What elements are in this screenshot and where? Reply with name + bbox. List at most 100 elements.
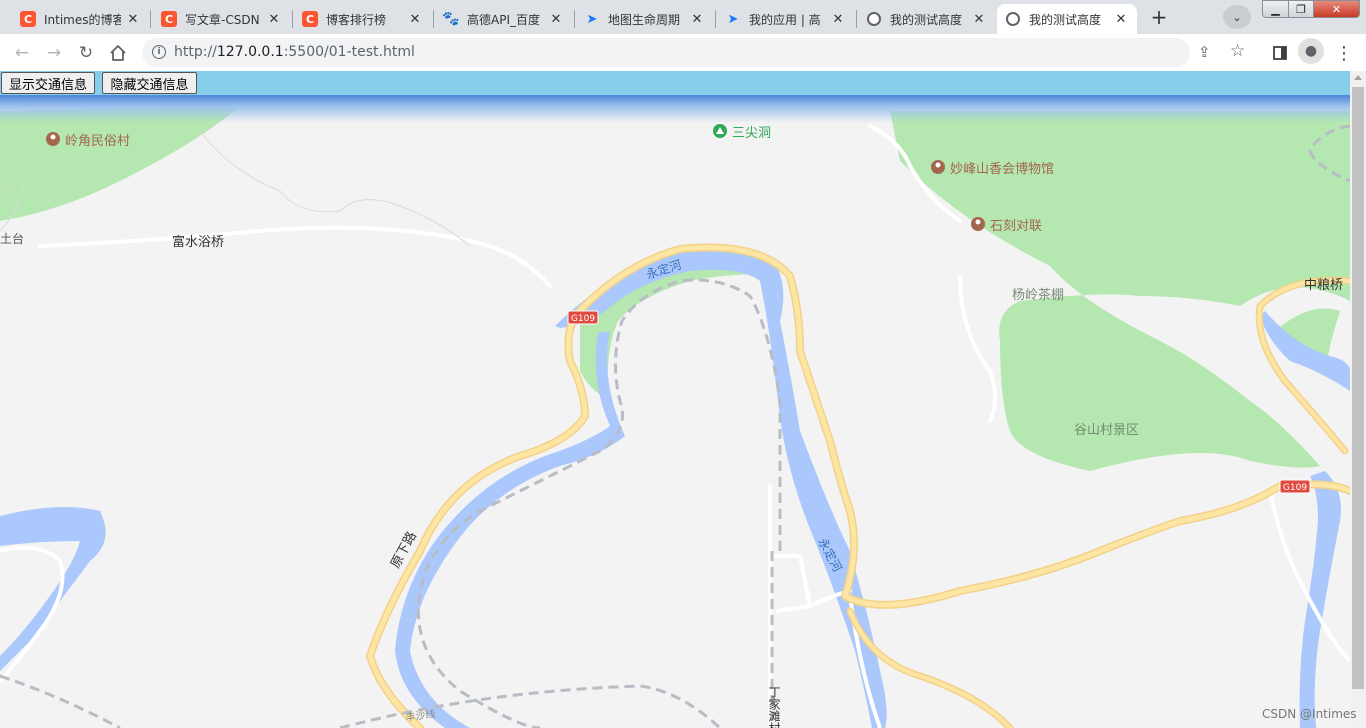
person-icon: ● (1304, 43, 1318, 59)
page-viewport: 岭角民俗村 三尖洞 妙峰山香会博物馆 石刻对联 杨岭茶棚 中粮桥 富水浴桥 土台… (0, 71, 1366, 728)
road-shield-g109: G109 (567, 310, 599, 325)
poi-label: 岭角民俗村 (65, 134, 130, 149)
tab-title: 写文章-CSDN (185, 12, 260, 27)
tab-title: 博客排行榜 (326, 12, 387, 27)
tab-my-test-height-active[interactable]: 我的测试高度 ✕ (997, 4, 1137, 34)
amap-arrow-icon: ➤ (727, 11, 739, 27)
globe-icon (1005, 11, 1021, 27)
menu-button[interactable]: ⋮ (1330, 39, 1358, 67)
road-shield-text: G109 (1283, 483, 1307, 493)
hide-traffic-button[interactable]: 隐藏交通信息 (102, 72, 197, 94)
tab-separator (574, 10, 575, 28)
csdn-icon: C (161, 11, 177, 27)
place-label: 谷山村景区 (1074, 423, 1139, 438)
tab-title: 我的测试高度 (890, 12, 963, 27)
tab-separator (856, 10, 857, 28)
tab-write-article[interactable]: C 写文章-CSDN ✕ (153, 4, 290, 34)
home-icon (110, 45, 126, 61)
close-icon: ✕ (1331, 2, 1342, 16)
tab-my-apps[interactable]: ➤ 我的应用 | 高 ✕ (717, 4, 854, 34)
profile-avatar[interactable]: ● (1298, 38, 1324, 64)
info-icon[interactable]: i (152, 45, 166, 59)
back-button[interactable]: ← (8, 39, 36, 67)
close-icon[interactable]: ✕ (548, 11, 564, 27)
baidu-paw-icon: 🐾 (442, 11, 460, 27)
close-icon[interactable]: ✕ (971, 11, 987, 27)
home-button[interactable] (104, 39, 132, 67)
place-label: 中粮桥 (1304, 278, 1343, 293)
globe-icon (866, 11, 882, 27)
place-label: 富水浴桥 (172, 234, 224, 250)
csdn-icon: C (20, 11, 36, 27)
scroll-up-arrow-icon[interactable] (1354, 75, 1362, 80)
reload-icon: ↻ (78, 43, 94, 63)
url-host: 127.0.0.1 (216, 44, 284, 60)
url-text[interactable]: http://127.0.0.1:5500/01-test.html (174, 44, 415, 60)
tab-intimes-blog[interactable]: C Intimes的博客 ✕ (12, 4, 149, 34)
scrollbar-thumb[interactable] (1352, 87, 1364, 689)
amap-arrow-icon: ➤ (586, 11, 598, 27)
place-label: 土台 (0, 231, 24, 246)
maximize-button[interactable]: ❐ (1288, 0, 1314, 18)
button-bar-shadow (0, 95, 1350, 123)
close-icon[interactable]: ✕ (689, 11, 705, 27)
tab-title: 地图生命周期 (608, 12, 681, 27)
reload-button[interactable]: ↻ (72, 39, 100, 67)
place-label: 杨岭茶棚 (1012, 287, 1064, 303)
arrow-right-icon: → (46, 43, 62, 63)
road-shield-g109: G109 (1279, 479, 1311, 494)
tab-title: 我的测试高度 (1029, 12, 1102, 27)
tab-strip: C Intimes的博客 ✕ C 写文章-CSDN ✕ C 博客排行榜 ✕ 🐾 … (0, 0, 1366, 34)
poi-pin-dot (50, 134, 56, 140)
more-vert-icon: ⋮ (1335, 42, 1353, 64)
arrow-left-icon: ← (14, 43, 30, 63)
browser-toolbar: ← → ↻ i http://127.0.0.1:5500/01-test.ht… (0, 34, 1366, 71)
tab-search-button[interactable]: ⌄ (1223, 5, 1251, 29)
tab-gaode-api[interactable]: 🐾 高德API_百度 ✕ (435, 4, 572, 34)
map-canvas[interactable]: 岭角民俗村 三尖洞 妙峰山香会博物馆 石刻对联 杨岭茶棚 中粮桥 富水浴桥 土台… (0, 71, 1350, 728)
tab-map-lifecycle[interactable]: ➤ 地图生命周期 ✕ (576, 4, 713, 34)
restore-icon: ❐ (1296, 2, 1306, 16)
place-label: 丁家滩村 (767, 686, 781, 728)
poi-pin-dot (935, 162, 941, 168)
csdn-icon: C (302, 11, 318, 27)
tab-title: Intimes的博客 (44, 12, 121, 27)
url-scheme: http:// (174, 44, 217, 60)
poi-miaofengshan[interactable]: 妙峰山香会博物馆 (931, 160, 1054, 177)
show-traffic-button[interactable]: 显示交通信息 (1, 72, 95, 94)
poi-label: 石刻对联 (990, 219, 1042, 234)
side-panel-button[interactable] (1266, 39, 1294, 67)
close-icon[interactable]: ✕ (830, 11, 846, 27)
poi-label: 妙峰山香会博物馆 (950, 162, 1054, 177)
close-icon[interactable]: ✕ (125, 11, 141, 27)
button-bar (0, 71, 1350, 95)
tab-title: 我的应用 | 高 (749, 12, 821, 27)
poi-label: 三尖洞 (732, 126, 771, 141)
new-tab-button[interactable]: + (1145, 5, 1173, 29)
close-icon[interactable]: ✕ (266, 11, 282, 27)
close-icon[interactable]: ✕ (407, 11, 423, 27)
close-window-button[interactable]: ✕ (1313, 0, 1360, 18)
vertical-scrollbar[interactable] (1350, 71, 1366, 728)
road-shield-text: G109 (571, 314, 595, 324)
address-bar[interactable]: i http://127.0.0.1:5500/01-test.html ⇪ ☆ (142, 38, 1245, 67)
forward-button[interactable]: → (40, 39, 68, 67)
chevron-down-icon: ⌄ (1232, 10, 1242, 24)
poi-pin-dot (975, 219, 981, 225)
tab-separator (292, 10, 293, 28)
tab-blog-ranking[interactable]: C 博客排行榜 ✕ (294, 4, 431, 34)
tab-separator (150, 10, 151, 28)
csdn-watermark: CSDN @Intimes (1262, 707, 1357, 721)
bookmark-star-icon[interactable]: ☆ (1230, 41, 1245, 61)
tab-separator (715, 10, 716, 28)
url-path: :5500/01-test.html (283, 44, 415, 60)
tab-my-test-height-1[interactable]: 我的测试高度 ✕ (858, 4, 995, 34)
plus-icon: + (1150, 5, 1168, 29)
side-panel-icon (1273, 46, 1287, 60)
minimize-icon: ▁ (1271, 2, 1280, 16)
tab-separator (433, 10, 434, 28)
close-icon[interactable]: ✕ (1113, 11, 1129, 27)
tab-title: 高德API_百度 (467, 12, 540, 27)
minimize-button[interactable]: ▁ (1262, 0, 1289, 18)
share-icon[interactable]: ⇪ (1198, 43, 1211, 61)
